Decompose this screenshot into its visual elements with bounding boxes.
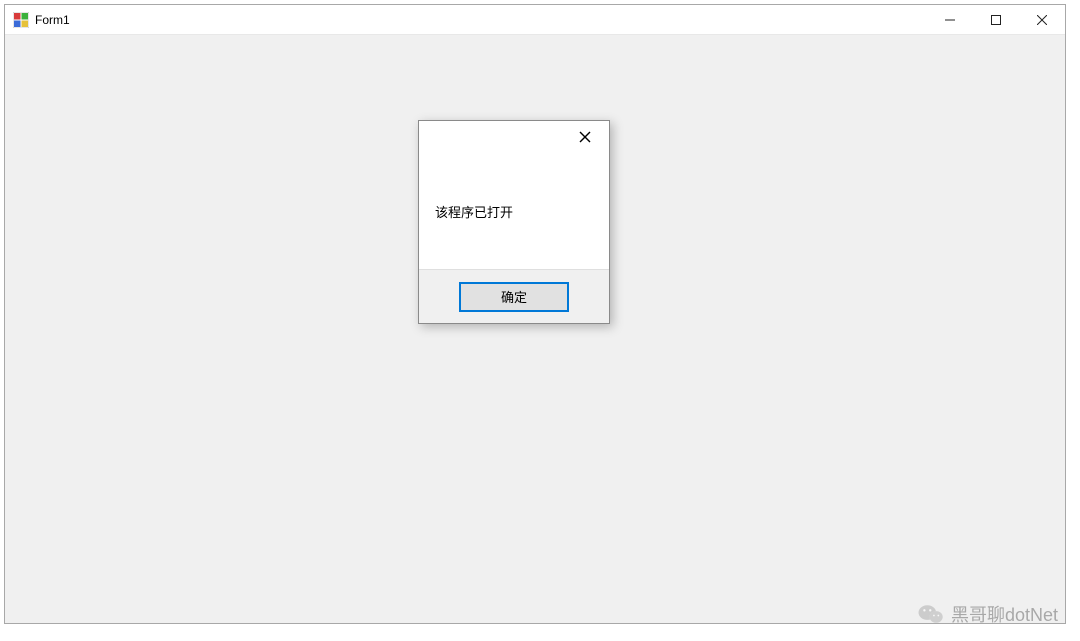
ok-button-label: 确定 <box>501 287 527 306</box>
titlebar: Form1 <box>5 5 1065 35</box>
message-box: 该程序已打开 确定 <box>418 120 610 324</box>
app-icon <box>13 12 29 28</box>
ok-button[interactable]: 确定 <box>459 282 569 312</box>
watermark: 黑哥聊dotNet <box>917 601 1058 627</box>
watermark-text: 黑哥聊dotNet <box>951 601 1058 627</box>
minimize-button[interactable] <box>927 5 973 34</box>
message-box-close-button[interactable] <box>565 123 605 151</box>
message-box-text: 该程序已打开 <box>435 202 513 221</box>
message-box-titlebar <box>419 121 609 153</box>
window-title: Form1 <box>35 13 927 27</box>
maximize-button[interactable] <box>973 5 1019 34</box>
wechat-icon <box>917 603 945 625</box>
close-button[interactable] <box>1019 5 1065 34</box>
message-box-body: 该程序已打开 <box>419 153 609 269</box>
titlebar-controls <box>927 5 1065 34</box>
message-box-footer: 确定 <box>419 269 609 323</box>
